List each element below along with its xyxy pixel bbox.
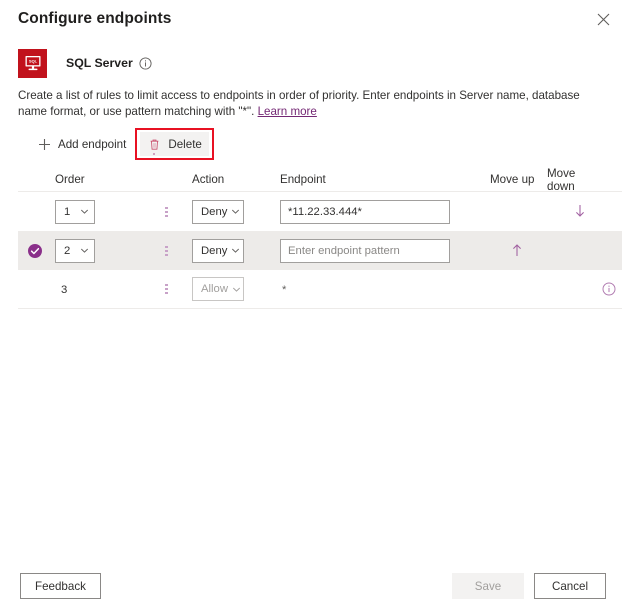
endpoints-table: Order Action Endpoint Move up Move down … bbox=[0, 166, 626, 309]
row-handle-cell bbox=[160, 284, 192, 294]
row-action-cell: Allow bbox=[192, 277, 280, 301]
drag-handle-icon[interactable] bbox=[165, 245, 168, 256]
action-select[interactable]: Deny bbox=[192, 238, 244, 263]
action-value: Deny bbox=[201, 244, 228, 257]
drag-handle-icon[interactable] bbox=[165, 206, 168, 217]
row-handle-cell bbox=[160, 245, 192, 256]
chevron-down-icon bbox=[232, 285, 241, 294]
sql-server-icon: SQL bbox=[18, 48, 47, 78]
chevron-down-icon bbox=[231, 246, 240, 255]
row-endpoint-cell bbox=[280, 199, 490, 224]
resource-header: SQL SQL Server bbox=[0, 38, 626, 80]
add-endpoint-button[interactable]: Add endpoint bbox=[30, 132, 133, 156]
delete-button-wrapper: Delete bbox=[135, 128, 214, 160]
row-endpoint-cell: * bbox=[280, 280, 490, 298]
command-bar: Add endpoint Delete bbox=[0, 120, 626, 160]
save-button: Save bbox=[452, 573, 524, 599]
action-select[interactable]: Deny bbox=[192, 199, 244, 224]
table-row[interactable]: 2 Deny bbox=[18, 231, 622, 270]
row-info-icon[interactable] bbox=[602, 282, 616, 296]
table-row[interactable]: 3 Allow * bbox=[18, 270, 622, 309]
close-icon[interactable] bbox=[590, 6, 616, 32]
column-header-endpoint: Endpoint bbox=[280, 173, 326, 186]
row-action-cell: Deny bbox=[192, 199, 280, 224]
column-header-order: Order bbox=[55, 173, 85, 186]
plus-icon bbox=[37, 137, 51, 151]
column-header-action: Action bbox=[192, 173, 225, 186]
trash-icon bbox=[147, 137, 161, 151]
configure-endpoints-panel: Configure endpoints SQL SQL Server Creat… bbox=[0, 0, 626, 609]
action-value: Allow bbox=[201, 283, 228, 295]
delete-button[interactable]: Delete bbox=[140, 132, 209, 156]
row-move-down-cell bbox=[547, 200, 602, 224]
order-value: 3 bbox=[61, 284, 68, 296]
move-down-arrow-icon[interactable] bbox=[569, 200, 591, 222]
chevron-down-icon bbox=[80, 246, 89, 255]
action-value: Deny bbox=[201, 205, 228, 218]
row-order-cell: 2 bbox=[55, 238, 160, 263]
row-end-cell bbox=[602, 282, 626, 296]
row-action-cell: Deny bbox=[192, 238, 280, 263]
feedback-button[interactable]: Feedback bbox=[20, 573, 101, 599]
endpoint-value: * bbox=[282, 284, 287, 296]
cancel-button[interactable]: Cancel bbox=[534, 573, 606, 599]
learn-more-link[interactable]: Learn more bbox=[258, 105, 317, 118]
row-endpoint-cell bbox=[280, 238, 490, 263]
page-title: Configure endpoints bbox=[18, 10, 172, 27]
panel-header: Configure endpoints bbox=[0, 0, 626, 38]
table-header-row: Order Action Endpoint Move up Move down bbox=[18, 166, 622, 193]
delete-label: Delete bbox=[168, 137, 202, 151]
move-up-arrow-icon[interactable] bbox=[506, 239, 528, 261]
cursor-artifact bbox=[153, 153, 155, 155]
drag-handle-icon bbox=[165, 284, 168, 294]
row-handle-cell bbox=[160, 206, 192, 217]
row-checkbox-checked[interactable] bbox=[27, 243, 43, 259]
panel-footer: Feedback Save Cancel bbox=[0, 563, 626, 609]
table-row[interactable]: 1 Deny bbox=[18, 192, 622, 231]
row-order-cell: 3 bbox=[55, 280, 160, 298]
endpoint-input[interactable] bbox=[280, 238, 450, 263]
column-header-move-down: Move down bbox=[547, 166, 576, 193]
info-icon[interactable] bbox=[139, 56, 152, 70]
endpoint-input[interactable] bbox=[280, 199, 450, 224]
action-select: Allow bbox=[192, 277, 244, 301]
chevron-down-icon bbox=[80, 207, 89, 216]
panel-description: Create a list of rules to limit access t… bbox=[0, 80, 600, 120]
order-select[interactable]: 2 bbox=[55, 238, 95, 263]
order-select[interactable]: 1 bbox=[55, 199, 95, 224]
resource-name: SQL Server bbox=[66, 56, 133, 70]
order-value: 2 bbox=[64, 244, 71, 257]
row-move-up-cell bbox=[490, 239, 547, 263]
row-order-cell: 1 bbox=[55, 199, 160, 224]
svg-text:SQL: SQL bbox=[29, 59, 38, 64]
add-endpoint-label: Add endpoint bbox=[58, 137, 127, 151]
column-header-move-up: Move up bbox=[490, 173, 535, 186]
order-value: 1 bbox=[64, 205, 71, 218]
chevron-down-icon bbox=[231, 207, 240, 216]
